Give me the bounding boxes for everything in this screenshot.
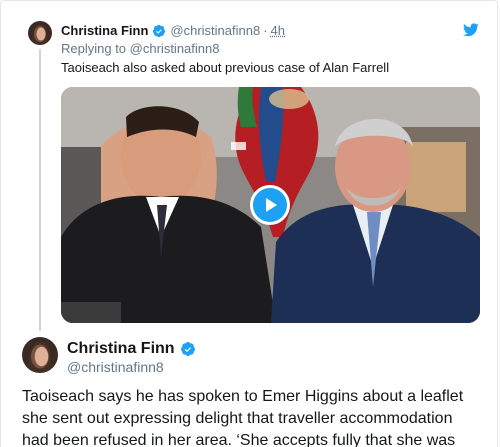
main-tweet-text: Taoiseach says he has spoken to Emer Hig… <box>22 386 484 447</box>
reply-tweet-header: Christina Finn @christinafinn8 · 4h <box>61 23 285 39</box>
tweet-embed-card: Christina Finn @christinafinn8 · 4h Repl… <box>0 0 498 447</box>
twitter-bird-icon[interactable] <box>463 23 479 37</box>
header-separator: · <box>263 23 268 38</box>
reply-author-handle[interactable]: @christinafinn8 <box>170 23 260 39</box>
main-tweet-text-line: Taoiseach says he has spoken to Emer Hig… <box>22 388 464 405</box>
replying-to-label: Replying to <box>61 41 127 56</box>
main-tweet-header: Christina Finn @christinafinn8 <box>67 339 200 376</box>
verified-badge-icon <box>180 341 196 357</box>
main-tweet-text-line: she sent out expressing delight that tra… <box>22 410 453 427</box>
reply-timestamp[interactable]: 4h <box>271 23 285 39</box>
reply-author-avatar[interactable] <box>28 21 52 45</box>
replying-to-handle-link[interactable]: @christinafinn8 <box>130 41 220 56</box>
main-author-avatar[interactable] <box>22 337 58 373</box>
reply-tweet-text: Taoiseach also asked about previous case… <box>61 60 390 75</box>
reply-author-name[interactable]: Christina Finn <box>61 23 148 39</box>
video-thumbnail[interactable] <box>61 87 480 323</box>
main-tweet-text-line: had been refused in her area. ‘She accep… <box>22 432 456 447</box>
main-author-handle[interactable]: @christinafinn8 <box>67 358 200 376</box>
replying-to-line: Replying to @christinafinn8 <box>61 41 219 57</box>
thread-connector-line <box>39 49 41 331</box>
main-author-name[interactable]: Christina Finn <box>67 339 175 358</box>
main-author-name-row: Christina Finn <box>67 339 200 358</box>
play-icon <box>266 198 277 212</box>
play-video-button[interactable] <box>250 185 290 225</box>
avatar-icon <box>28 21 52 45</box>
verified-badge-icon <box>152 24 166 38</box>
avatar-icon <box>22 337 58 373</box>
